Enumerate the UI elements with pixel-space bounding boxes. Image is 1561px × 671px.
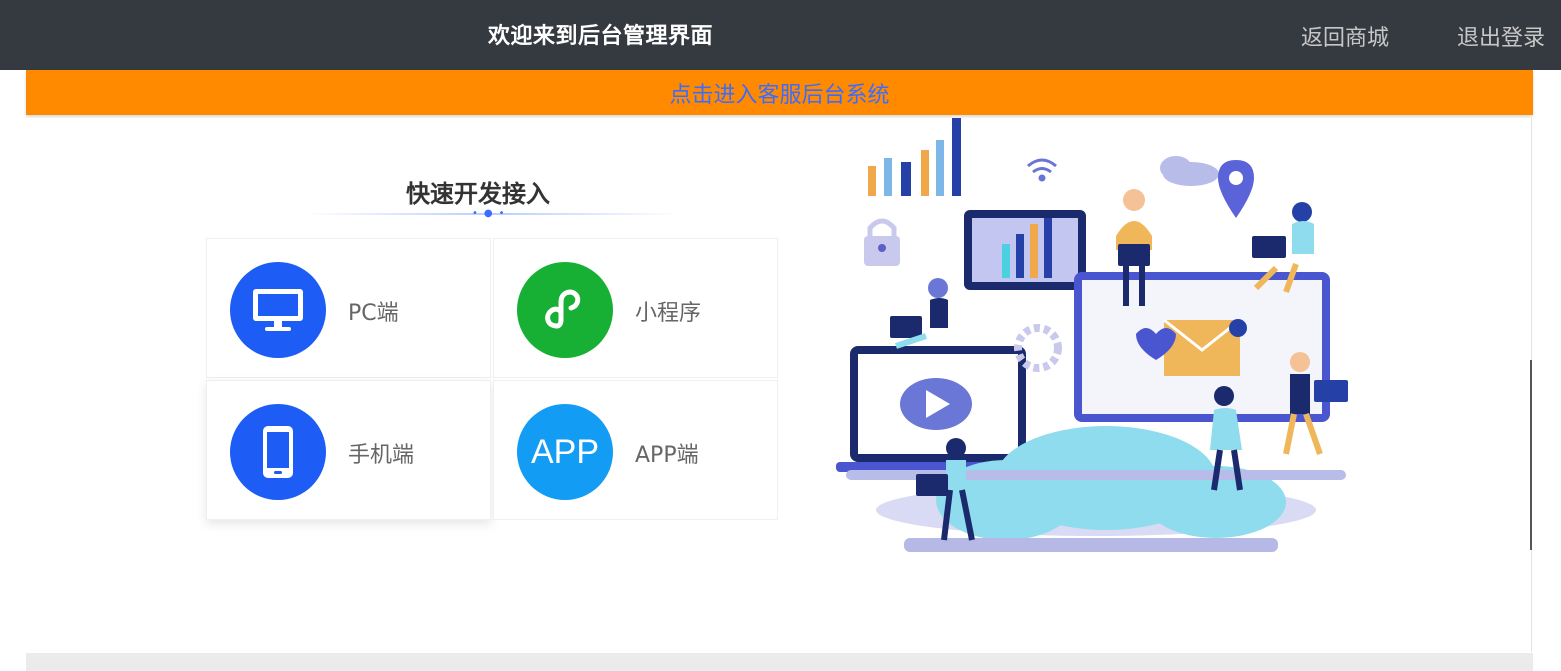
app-icon-text: APP: [530, 432, 600, 471]
app-icon: APP: [517, 404, 613, 500]
location-pin-icon: [1218, 160, 1254, 218]
lock-icon: [864, 218, 900, 266]
access-card-pc[interactable]: PC端: [206, 238, 491, 378]
page-title: 欢迎来到后台管理界面: [488, 24, 714, 49]
scrollbar-edge: [1530, 360, 1532, 550]
access-label-pc: PC端: [348, 301, 399, 326]
person-left-laptop: [890, 278, 948, 349]
laptop-left: [836, 346, 1040, 472]
customer-service-link[interactable]: 点击进入客服后台系统: [669, 77, 889, 109]
footer-strip: [26, 653, 1533, 671]
main-content: 快速开发接入 •●• PC端 小程序 手机端 APP APP端: [26, 118, 1532, 652]
monitor-icon: [230, 262, 326, 358]
cloud-small: [1160, 156, 1219, 186]
access-card-app[interactable]: APP APP端: [493, 380, 778, 520]
access-grid: PC端 小程序 手机端 APP APP端: [206, 238, 780, 520]
customer-service-bar: 点击进入客服后台系统: [26, 70, 1533, 115]
access-card-mini-program[interactable]: 小程序: [493, 238, 778, 378]
back-to-mall-link[interactable]: 返回商城: [1301, 20, 1389, 52]
logout-link[interactable]: 退出登录: [1457, 20, 1545, 52]
phone-icon: [230, 404, 326, 500]
access-label-mini-program: 小程序: [635, 301, 702, 326]
access-label-mobile: 手机端: [348, 443, 415, 468]
top-header: 欢迎来到后台管理界面 返回商城 退出登录: [0, 0, 1561, 70]
small-monitor: [964, 210, 1086, 290]
title-divider-dots: •●•: [472, 208, 511, 219]
bar-chart-decoration: [868, 118, 961, 196]
panel-title: 快速开发接入: [406, 180, 550, 208]
access-card-mobile[interactable]: 手机端: [206, 380, 491, 520]
access-label-app: APP端: [635, 443, 699, 468]
mini-program-icon: [517, 262, 613, 358]
hero-illustration: [836, 118, 1348, 552]
wifi-icon: [1027, 158, 1057, 182]
